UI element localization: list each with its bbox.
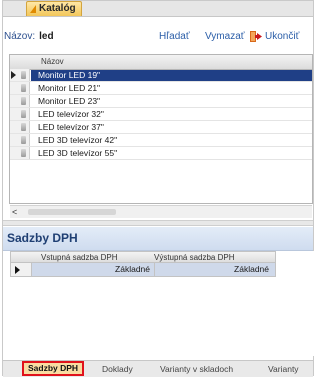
close-button[interactable]: Ukončiť <box>265 31 299 42</box>
product-grid-header: Názov <box>10 55 312 70</box>
tab-triangle-icon <box>30 5 36 13</box>
scroll-left-icon[interactable]: < <box>12 207 17 217</box>
product-name-cell[interactable]: Monitor LED 23" <box>31 96 312 107</box>
product-name-cell[interactable]: LED televízor 37" <box>31 122 312 133</box>
filter-input[interactable]: led <box>39 31 53 42</box>
vat-panel-title: Sadzby DPH <box>7 231 78 245</box>
vat-grid-header: Vstupná sadzba DPH Výstupná sadzba DPH <box>10 251 276 263</box>
row-indicator <box>10 82 30 94</box>
table-row[interactable]: Monitor LED 19" <box>10 69 312 82</box>
product-name-cell[interactable]: Monitor LED 19" <box>31 70 312 81</box>
tab-varianty-v-skladoch[interactable]: Varianty v skladoch <box>160 362 233 376</box>
table-row[interactable]: Monitor LED 21" <box>10 82 312 95</box>
row-indicator <box>11 263 32 276</box>
vat-panel-title-bar: Sadzby DPH <box>3 227 313 251</box>
table-row[interactable]: LED 3D televízor 55" <box>10 147 312 160</box>
tab-doklady[interactable]: Doklady <box>102 362 133 376</box>
column-header-name[interactable]: Názov <box>41 57 64 66</box>
row-indicator <box>10 108 30 120</box>
row-indicator <box>10 134 30 146</box>
item-icon <box>21 123 26 131</box>
item-icon <box>21 110 26 118</box>
clear-button[interactable]: Vymazať <box>205 31 245 42</box>
exit-icon[interactable] <box>249 30 263 43</box>
tab-katalog[interactable]: Katalóg <box>26 1 82 16</box>
column-header-output-vat[interactable]: Výstupná sadzba DPH <box>154 253 276 262</box>
tab-sadzby-dph[interactable]: Sadzby DPH <box>22 361 85 376</box>
filter-label: Názov: <box>4 31 36 42</box>
row-indicator <box>10 147 30 159</box>
input-vat-cell[interactable]: Základné <box>32 263 154 276</box>
item-icon <box>21 97 26 105</box>
table-row[interactable]: Monitor LED 23" <box>10 95 312 108</box>
splitter[interactable] <box>3 220 313 226</box>
item-icon <box>21 149 26 157</box>
column-header-input-vat[interactable]: Vstupná sadzba DPH <box>41 253 159 262</box>
filter-row: Názov: led <box>4 31 54 42</box>
horizontal-scrollbar[interactable]: < <box>10 205 312 218</box>
product-name-cell[interactable]: Monitor LED 21" <box>31 83 312 94</box>
search-button[interactable]: Hľadať <box>159 31 190 42</box>
item-icon <box>21 71 26 79</box>
item-icon <box>21 84 26 92</box>
product-name-cell[interactable]: LED 3D televízor 55" <box>31 148 312 159</box>
tab-varianty[interactable]: Varianty <box>268 362 299 376</box>
item-icon <box>21 136 26 144</box>
table-row[interactable]: Základné Základné <box>10 263 276 277</box>
current-row-icon <box>11 71 16 79</box>
row-indicator <box>10 121 30 133</box>
tab-katalog-label: Katalóg <box>39 3 76 14</box>
product-name-cell[interactable]: LED 3D televízor 42" <box>31 135 312 146</box>
product-name-cell[interactable]: LED televízor 32" <box>31 109 312 120</box>
output-vat-cell[interactable]: Základné <box>154 263 275 276</box>
table-row[interactable]: LED 3D televízor 42" <box>10 134 312 147</box>
table-row[interactable]: LED televízor 37" <box>10 121 312 134</box>
current-row-icon <box>15 266 20 274</box>
table-row[interactable]: LED televízor 32" <box>10 108 312 121</box>
row-indicator <box>10 69 30 81</box>
scroll-thumb[interactable] <box>28 209 116 215</box>
row-indicator <box>10 95 30 107</box>
